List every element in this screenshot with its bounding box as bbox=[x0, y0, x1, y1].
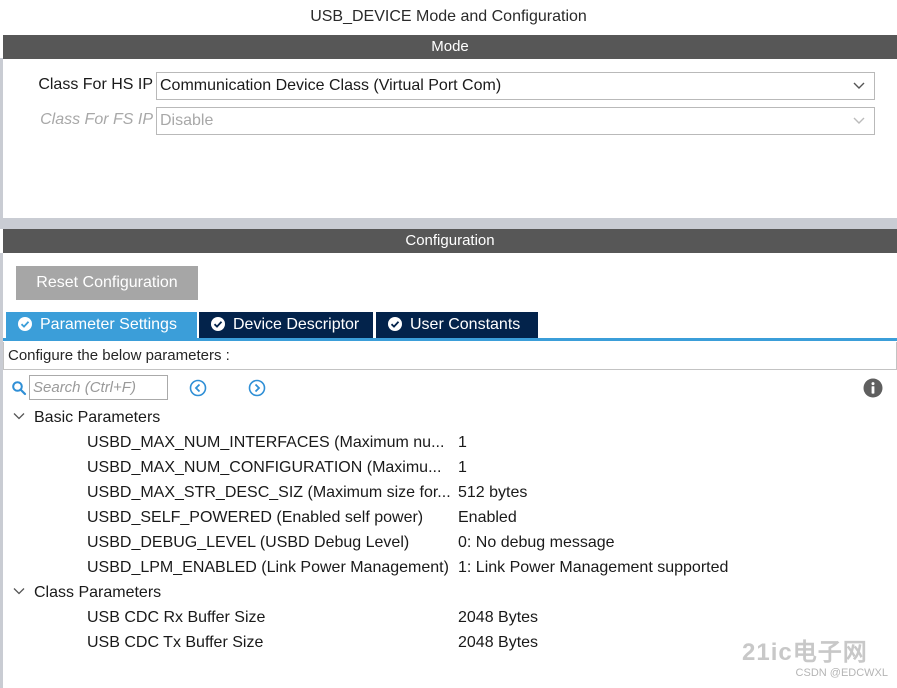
param-value[interactable]: 1 bbox=[458, 459, 467, 477]
param-value[interactable]: 2048 Bytes bbox=[458, 634, 538, 652]
param-name: USBD_MAX_NUM_CONFIGURATION (Maximu... bbox=[87, 459, 442, 476]
param-name: USB CDC Tx Buffer Size bbox=[87, 634, 264, 651]
check-circle-icon bbox=[211, 317, 225, 331]
reset-configuration-button[interactable]: Reset Configuration bbox=[16, 266, 198, 300]
chevron-left-circle-icon[interactable] bbox=[189, 379, 207, 397]
tab-label: Parameter Settings bbox=[40, 316, 177, 333]
configure-instructions: Configure the below parameters : bbox=[3, 342, 897, 370]
check-circle-icon bbox=[388, 317, 402, 331]
search-icon[interactable] bbox=[11, 380, 27, 396]
watermark-logo: 21ic电子网 bbox=[742, 639, 868, 666]
caret-down-icon bbox=[13, 588, 25, 595]
tab-label: Device Descriptor bbox=[233, 316, 360, 333]
param-value[interactable]: 512 bytes bbox=[458, 484, 527, 502]
check-circle-icon bbox=[18, 317, 32, 331]
tab-device-descriptor[interactable]: Device Descriptor bbox=[199, 312, 373, 338]
hs-class-label: Class For HS IP bbox=[38, 76, 153, 93]
tab-underline bbox=[3, 338, 897, 341]
fs-class-value: Disable bbox=[160, 112, 214, 129]
param-name: USBD_DEBUG_LEVEL (USBD Debug Level) bbox=[87, 534, 410, 551]
hs-class-value: Communication Device Class (Virtual Port… bbox=[160, 77, 502, 94]
chevron-down-icon bbox=[853, 82, 865, 89]
search-input[interactable] bbox=[29, 375, 168, 400]
group-basic-parameters[interactable]: Basic Parameters bbox=[12, 406, 160, 430]
watermark: 21ic电子网 CSDN @EDCWXL bbox=[742, 640, 892, 684]
watermark-caption: CSDN @EDCWXL bbox=[795, 667, 888, 679]
panel-divider bbox=[0, 218, 897, 229]
caret-down-icon bbox=[13, 413, 25, 420]
group-class-parameters[interactable]: Class Parameters bbox=[12, 581, 161, 605]
param-name: USBD_MAX_NUM_INTERFACES (Maximum nu... bbox=[87, 434, 445, 451]
group-label: Basic Parameters bbox=[34, 409, 161, 426]
hs-class-select[interactable]: Communication Device Class (Virtual Port… bbox=[156, 72, 875, 100]
window-title: USB_DEVICE Mode and Configuration bbox=[310, 8, 587, 25]
param-value[interactable]: 1: Link Power Management supported bbox=[458, 559, 728, 577]
param-name: USBD_SELF_POWERED (Enabled self power) bbox=[87, 509, 424, 526]
tab-label: User Constants bbox=[410, 316, 521, 333]
chevron-right-circle-icon[interactable] bbox=[248, 379, 266, 397]
info-icon[interactable] bbox=[863, 378, 883, 398]
tab-parameter-settings[interactable]: Parameter Settings bbox=[6, 312, 197, 338]
tab-user-constants[interactable]: User Constants bbox=[376, 312, 538, 338]
mode-section-header: Mode bbox=[3, 35, 897, 59]
param-name: USBD_LPM_ENABLED (Link Power Management) bbox=[87, 559, 449, 576]
chevron-down-icon bbox=[853, 117, 865, 124]
param-value[interactable]: 2048 Bytes bbox=[458, 609, 538, 627]
group-label: Class Parameters bbox=[34, 584, 162, 601]
configuration-section-header: Configuration bbox=[3, 229, 897, 253]
param-value[interactable]: 0: No debug message bbox=[458, 534, 615, 552]
param-value[interactable]: Enabled bbox=[458, 509, 517, 527]
fs-class-label: Class For FS IP bbox=[40, 111, 153, 128]
param-name: USB CDC Rx Buffer Size bbox=[87, 609, 266, 626]
fs-class-select: Disable bbox=[156, 107, 875, 135]
param-name: USBD_MAX_STR_DESC_SIZ (Maximum size for.… bbox=[87, 484, 451, 501]
param-value[interactable]: 1 bbox=[458, 434, 467, 452]
